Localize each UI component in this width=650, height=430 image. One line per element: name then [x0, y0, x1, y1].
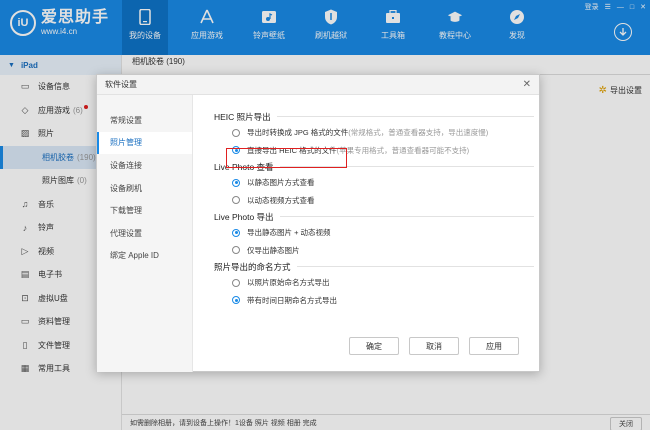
radio-button[interactable] — [232, 246, 240, 255]
cancel-button[interactable]: 取消 — [409, 337, 459, 355]
apply-button[interactable]: 应用 — [469, 337, 519, 355]
section-live-photo-export: Live Photo 导出 — [214, 209, 534, 224]
dialog-nav-apple-id[interactable]: 绑定 Apple ID — [97, 245, 192, 268]
highlight-annotation — [226, 148, 347, 168]
ok-button[interactable]: 确定 — [349, 337, 399, 355]
radio-button-selected[interactable] — [232, 296, 240, 305]
dialog-title: 软件设置 — [97, 75, 539, 95]
dialog-nav-download-management[interactable]: 下载管理 — [97, 199, 192, 222]
section-naming: 照片导出的命名方式 — [214, 259, 534, 274]
radio-button[interactable] — [232, 128, 240, 137]
dialog-close-button[interactable]: ✕ — [523, 79, 531, 90]
dialog-buttons: 确定 取消 应用 — [339, 337, 519, 355]
section-heic-export: HEIC 照片导出 — [214, 109, 534, 124]
radio-button[interactable] — [232, 278, 240, 287]
dialog-nav: 常规设置 照片管理 设备连接 设备刷机 下载管理 代理设置 绑定 Apple I… — [97, 95, 193, 372]
dialog-nav-device-flash[interactable]: 设备刷机 — [97, 177, 192, 200]
radio-convert-jpg[interactable]: 导出时转换成 JPG 格式的文件 (常规格式，普通查看器支持，导出速度慢) — [214, 124, 534, 142]
dialog-body: HEIC 照片导出 导出时转换成 JPG 格式的文件 (常规格式，普通查看器支持… — [214, 109, 534, 309]
radio-view-static[interactable]: 以静态图片方式查看 — [214, 174, 534, 192]
dialog-nav-general[interactable]: 常规设置 — [97, 109, 192, 132]
dialog-nav-device-connection[interactable]: 设备连接 — [97, 154, 192, 177]
radio-datetime-name[interactable]: 带有时间日期命名方式导出 — [214, 292, 534, 310]
settings-dialog: 软件设置 ✕ 常规设置 照片管理 设备连接 设备刷机 下载管理 代理设置 绑定 … — [96, 74, 540, 372]
radio-export-static-only[interactable]: 仅导出静态图片 — [214, 242, 534, 260]
radio-original-name[interactable]: 以照片原始命名方式导出 — [214, 274, 534, 292]
radio-button-selected[interactable] — [232, 178, 240, 187]
radio-button-selected[interactable] — [232, 228, 240, 237]
dialog-nav-proxy[interactable]: 代理设置 — [97, 222, 192, 245]
dialog-nav-photo-management[interactable]: 照片管理 — [97, 131, 192, 155]
radio-export-static-video[interactable]: 导出静态图片 + 动态视频 — [214, 224, 534, 242]
radio-view-video[interactable]: 以动态视频方式查看 — [214, 192, 534, 210]
radio-button[interactable] — [232, 196, 240, 205]
